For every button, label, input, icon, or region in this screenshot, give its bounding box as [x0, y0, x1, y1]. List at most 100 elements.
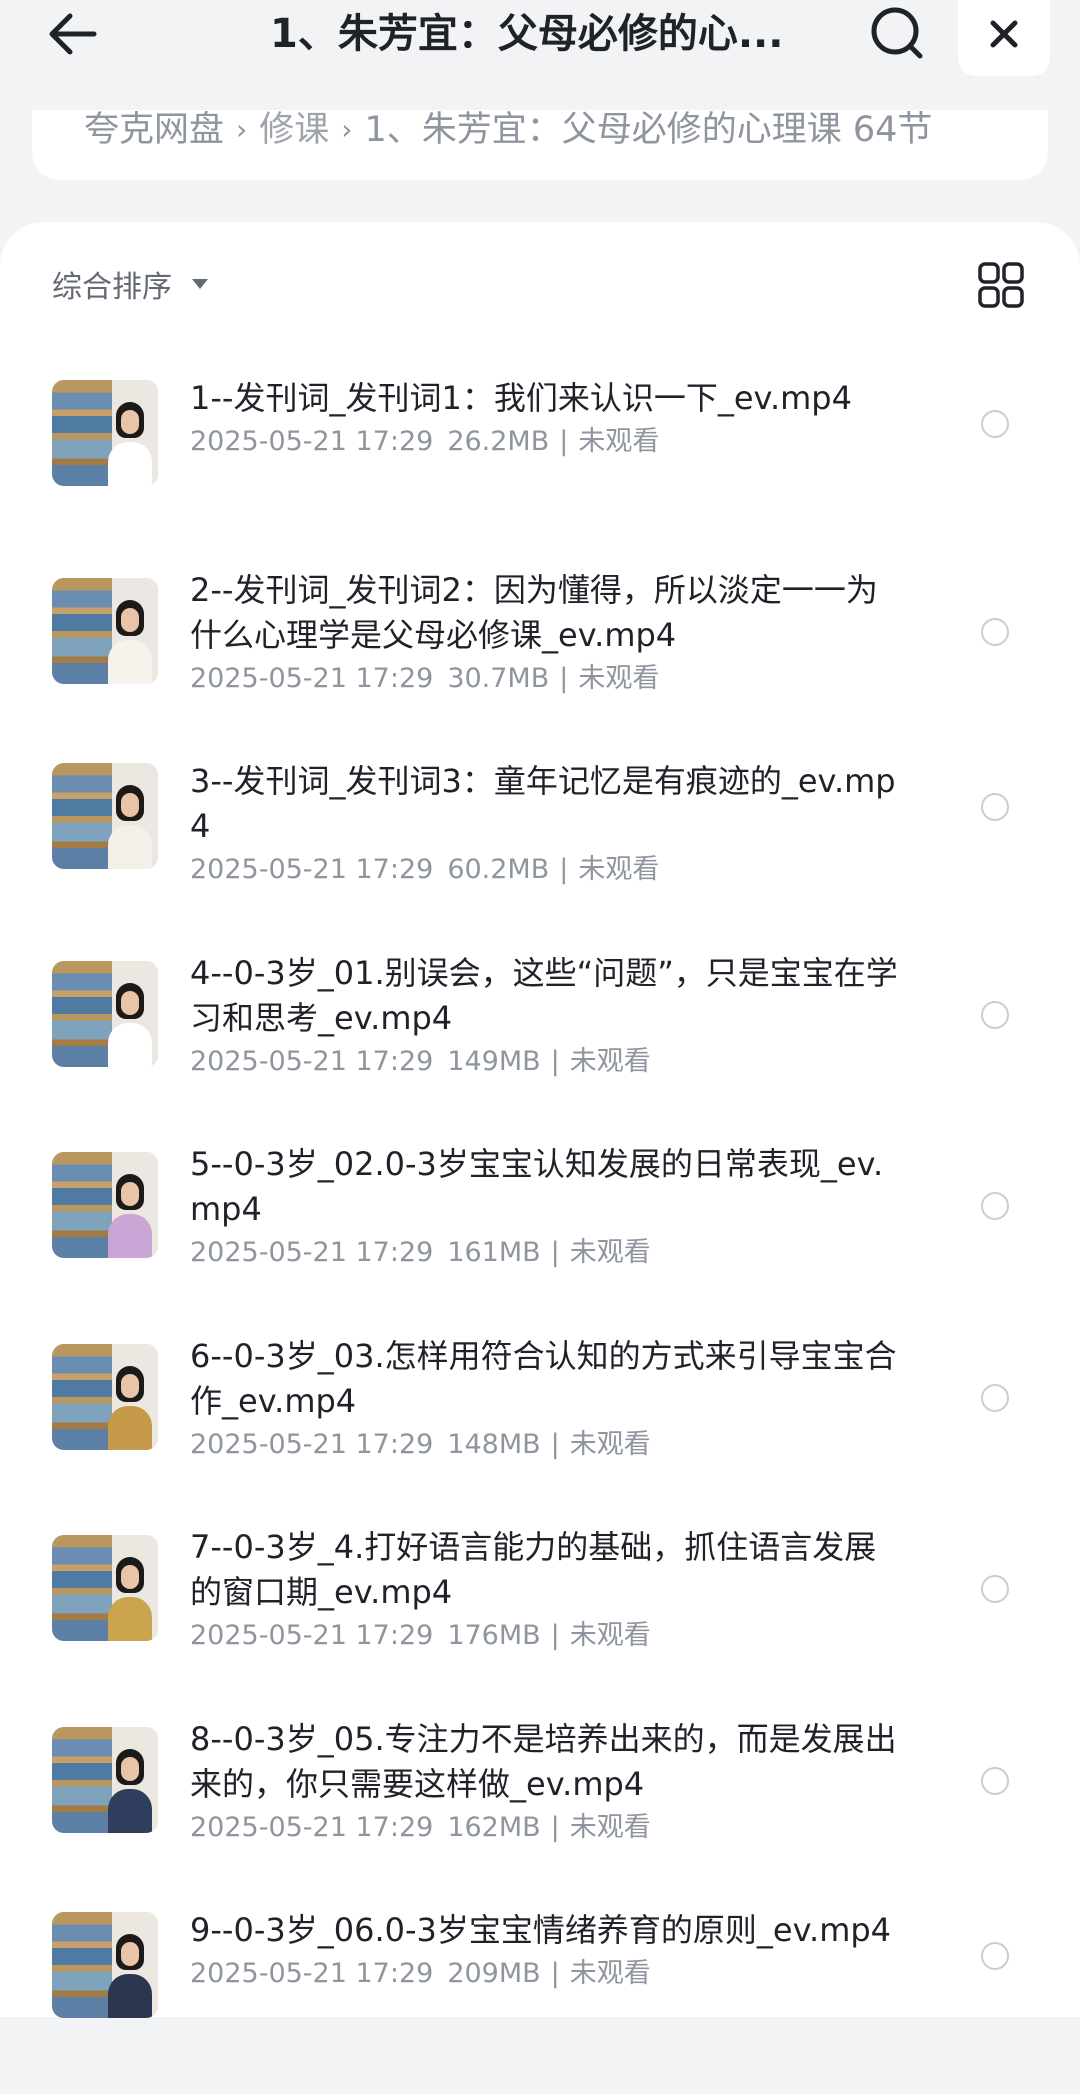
file-meta: 2025-05-21 17:29 149MB | 未观看: [190, 1041, 900, 1083]
select-radio[interactable]: [981, 410, 1009, 438]
file-name: 2--发刊词_发刊词2：因为懂得，所以淡定一一为什么心理学是父母必修课_ev.m…: [190, 570, 878, 654]
caret-down-icon: [192, 279, 208, 289]
close-icon: [990, 20, 1018, 48]
video-thumbnail: [52, 380, 158, 486]
file-meta: 2025-05-21 17:29 60.2MB | 未观看: [190, 849, 900, 891]
watch-status: 未观看: [569, 1045, 651, 1077]
close-button[interactable]: [958, 0, 1050, 76]
video-thumbnail: [52, 960, 158, 1067]
meta-divider: |: [550, 1958, 560, 1989]
file-name: 4--0-3岁_01.别误会，这些“问题”，只是宝宝在学习和思考_ev.mp4: [190, 953, 898, 1037]
meta-divider: |: [550, 1237, 560, 1268]
search-button[interactable]: [868, 4, 928, 64]
file-info: 8--0-3岁_05.专注力不是培养出来的，而是发展出来的，你只需要这样做_ev…: [190, 1717, 900, 1849]
file-name: 3--发刊词_发刊词3：童年记忆是有痕迹的_ev.mp4: [190, 762, 896, 845]
select-radio[interactable]: [981, 617, 1009, 646]
watch-status: 未观看: [578, 662, 660, 694]
video-thumbnail: [52, 577, 158, 684]
grid-view-icon: [978, 262, 1024, 308]
chevron-right-icon: ›: [236, 113, 248, 146]
video-thumbnail: [52, 1152, 158, 1258]
file-name: 7--0-3岁_4.打好语言能力的基础，抓住语言发展的窗口期_ev.mp4: [190, 1528, 877, 1611]
file-name: 1--发刊词_发刊词1：我们来认识一下_ev.mp4: [190, 379, 852, 417]
search-icon: [871, 7, 923, 59]
sort-dropdown[interactable]: 综合排序: [52, 262, 208, 306]
file-date: 2025-05-21 17:29: [190, 662, 434, 694]
file-date: 2025-05-21 17:29: [190, 1045, 434, 1077]
select-radio[interactable]: [981, 793, 1009, 821]
breadcrumb-item-course[interactable]: 修课: [259, 110, 329, 150]
file-date: 2025-05-21 17:29: [190, 1237, 434, 1268]
chevron-right-icon: ›: [341, 113, 353, 146]
file-row[interactable]: 9--0-3岁_06.0-3岁宝宝情绪养育的原则_ev.mp4 2025-05-2…: [0, 1904, 1080, 2094]
file-row[interactable]: 1--发刊词_发刊词1：我们来认识一下_ev.mp4 2025-05-21 17:…: [0, 372, 1080, 562]
file-info: 2--发刊词_发刊词2：因为懂得，所以淡定一一为什么心理学是父母必修课_ev.m…: [190, 568, 900, 700]
file-meta: 2025-05-21 17:29 162MB | 未观看: [190, 1807, 900, 1849]
video-thumbnail: [52, 1535, 158, 1641]
select-radio[interactable]: [981, 1000, 1009, 1029]
back-button[interactable]: [44, 6, 100, 62]
meta-divider: |: [550, 1428, 560, 1460]
file-row[interactable]: 7--0-3岁_4.打好语言能力的基础，抓住语言发展的窗口期_ev.mp4 202…: [0, 1521, 1080, 1711]
breadcrumb-item-root[interactable]: 夸克网盘: [84, 110, 224, 150]
file-row[interactable]: 3--发刊词_发刊词3：童年记忆是有痕迹的_ev.mp4 2025-05-21 1…: [0, 755, 1080, 945]
file-info: 1--发刊词_发刊词1：我们来认识一下_ev.mp4 2025-05-21 17:…: [190, 376, 900, 463]
grid-view-button[interactable]: [978, 262, 1024, 308]
page-title: 1、朱芳宜：父母必修的心...: [270, 11, 784, 57]
select-radio[interactable]: [981, 1383, 1009, 1412]
top-bar: 1、朱芳宜：父母必修的心...: [0, 0, 1080, 76]
file-row[interactable]: 8--0-3岁_05.专注力不是培养出来的，而是发展出来的，你只需要这样做_ev…: [0, 1713, 1080, 1903]
file-info: 9--0-3岁_06.0-3岁宝宝情绪养育的原则_ev.mp4 2025-05-2…: [190, 1908, 900, 1995]
file-row[interactable]: 4--0-3岁_01.别误会，这些“问题”，只是宝宝在学习和思考_ev.mp4 2…: [0, 947, 1080, 1137]
video-thumbnail: [52, 1726, 158, 1833]
meta-divider: |: [550, 1045, 560, 1077]
watch-status: 未观看: [578, 854, 660, 885]
file-size: 149MB: [447, 1045, 541, 1077]
file-info: 3--发刊词_发刊词3：童年记忆是有痕迹的_ev.mp4 2025-05-21 1…: [190, 759, 900, 891]
file-meta: 2025-05-21 17:29 176MB | 未观看: [190, 1615, 900, 1657]
sort-label: 综合排序: [52, 270, 172, 305]
select-radio[interactable]: [981, 1575, 1009, 1603]
select-radio[interactable]: [981, 1192, 1009, 1220]
file-info: 4--0-3岁_01.别误会，这些“问题”，只是宝宝在学习和思考_ev.mp4 2…: [190, 951, 900, 1083]
video-thumbnail: [52, 1343, 158, 1450]
file-size: 60.2MB: [447, 854, 550, 885]
file-name: 9--0-3岁_06.0-3岁宝宝情绪养育的原则_ev.mp4: [190, 1911, 892, 1949]
file-name: 6--0-3岁_03.怎样用符合认知的方式来引导宝宝合作_ev.mp4: [190, 1336, 897, 1420]
file-row[interactable]: 5--0-3岁_02.0-3岁宝宝认知发展的日常表现_ev.mp4 2025-05…: [0, 1138, 1080, 1328]
video-thumbnail: [52, 1912, 158, 2018]
file-info: 5--0-3岁_02.0-3岁宝宝认知发展的日常表现_ev.mp4 2025-05…: [190, 1142, 900, 1274]
file-size: 209MB: [447, 1958, 541, 1989]
file-date: 2025-05-21 17:29: [190, 426, 434, 457]
watch-status: 未观看: [569, 1428, 651, 1460]
meta-divider: |: [559, 854, 569, 885]
breadcrumb-path: 夸克网盘 › 修课 › 1、朱芳宜：父母必修的心理课 64节: [84, 110, 932, 150]
file-size: 26.2MB: [447, 426, 550, 457]
arrow-left-icon: [49, 13, 97, 55]
file-meta: 2025-05-21 17:29 209MB | 未观看: [190, 1953, 900, 1995]
file-size: 148MB: [447, 1428, 541, 1460]
watch-status: 未观看: [569, 1620, 651, 1651]
watch-status: 未观看: [578, 426, 660, 457]
file-size: 162MB: [447, 1811, 541, 1843]
file-meta: 2025-05-21 17:29 148MB | 未观看: [190, 1424, 900, 1466]
file-info: 7--0-3岁_4.打好语言能力的基础，抓住语言发展的窗口期_ev.mp4 202…: [190, 1525, 900, 1657]
file-meta: 2025-05-21 17:29 161MB | 未观看: [190, 1232, 900, 1274]
file-size: 176MB: [447, 1620, 541, 1651]
file-row[interactable]: 2--发刊词_发刊词2：因为懂得，所以淡定一一为什么心理学是父母必修课_ev.m…: [0, 564, 1080, 754]
breadcrumb-item-current: 1、朱芳宜：父母必修的心理课 64节: [364, 110, 933, 150]
meta-divider: |: [559, 662, 569, 694]
file-size: 161MB: [447, 1237, 541, 1268]
file-size: 30.7MB: [447, 662, 550, 694]
file-date: 2025-05-21 17:29: [190, 854, 434, 885]
watch-status: 未观看: [569, 1237, 651, 1268]
file-date: 2025-05-21 17:29: [190, 1811, 434, 1843]
file-date: 2025-05-21 17:29: [190, 1428, 434, 1460]
file-date: 2025-05-21 17:29: [190, 1620, 434, 1651]
meta-divider: |: [550, 1620, 560, 1651]
file-row[interactable]: 6--0-3岁_03.怎样用符合认知的方式来引导宝宝合作_ev.mp4 2025-…: [0, 1330, 1080, 1520]
select-radio[interactable]: [981, 1942, 1009, 1970]
file-name: 8--0-3岁_05.专注力不是培养出来的，而是发展出来的，你只需要这样做_ev…: [190, 1719, 897, 1803]
select-radio[interactable]: [981, 1766, 1009, 1795]
file-date: 2025-05-21 17:29: [190, 1958, 434, 1989]
